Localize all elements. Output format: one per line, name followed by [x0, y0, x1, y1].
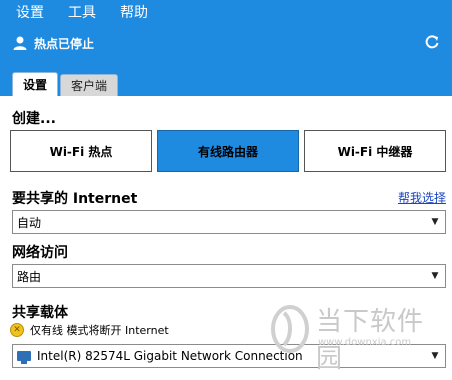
help-me-choose-link[interactable]: 帮我选择 — [398, 189, 446, 206]
internet-select[interactable]: 自动 ▼ — [12, 210, 446, 234]
chevron-down-icon: ▼ — [431, 217, 439, 227]
internet-select-value: 自动 — [17, 215, 42, 230]
app-header: 设置 工具 帮助 热点已停止 设置 客户端 — [0, 0, 452, 96]
carrier-warning: ✕ 仅有线 模式将断开 Internet — [10, 322, 169, 338]
user-icon — [13, 36, 27, 50]
hotspot-status: 热点已停止 — [12, 32, 440, 54]
share-carrier-label: 共享载体 — [12, 305, 68, 321]
tab-bar: 设置 客户端 — [12, 72, 120, 96]
internet-label: 要共享的 Internet — [12, 191, 138, 207]
mode-wired-router-button[interactable]: 有线路由器 — [157, 130, 299, 172]
share-carrier-value: Intel(R) 82574L Gigabit Network Connecti… — [37, 349, 303, 363]
network-access-value: 路由 — [17, 269, 42, 284]
mode-wifi-repeater-button[interactable]: Wi-Fi 中继器 — [304, 130, 446, 172]
watermark-logo-icon — [271, 305, 309, 353]
chevron-down-icon: ▼ — [431, 271, 439, 281]
network-access-select[interactable]: 路由 ▼ — [12, 264, 446, 288]
menu-settings[interactable]: 设置 — [16, 2, 44, 22]
refresh-icon[interactable] — [424, 34, 440, 50]
warning-text: 仅有线 模式将断开 Internet — [30, 324, 169, 337]
mode-wifi-hotspot-button[interactable]: Wi-Fi 热点 — [10, 130, 152, 172]
network-adapter-icon — [17, 351, 31, 364]
tab-settings[interactable]: 设置 — [12, 72, 59, 96]
menu-help[interactable]: 帮助 — [120, 2, 148, 22]
network-access-label: 网络访问 — [12, 245, 68, 261]
warning-icon: ✕ — [10, 323, 24, 337]
watermark-url: www.downxia.com — [318, 337, 412, 348]
tab-clients[interactable]: 客户端 — [60, 74, 119, 96]
watermark: 当下软件园 www.downxia.com — [270, 299, 440, 374]
menu-bar: 设置 工具 帮助 — [0, 0, 156, 24]
settings-panel: 创建... Wi-Fi 热点 有线路由器 Wi-Fi 中继器 要共享的 Inte… — [0, 96, 452, 380]
status-text: 热点已停止 — [34, 36, 95, 51]
menu-tools[interactable]: 工具 — [68, 2, 96, 22]
create-label: 创建... — [12, 111, 56, 127]
